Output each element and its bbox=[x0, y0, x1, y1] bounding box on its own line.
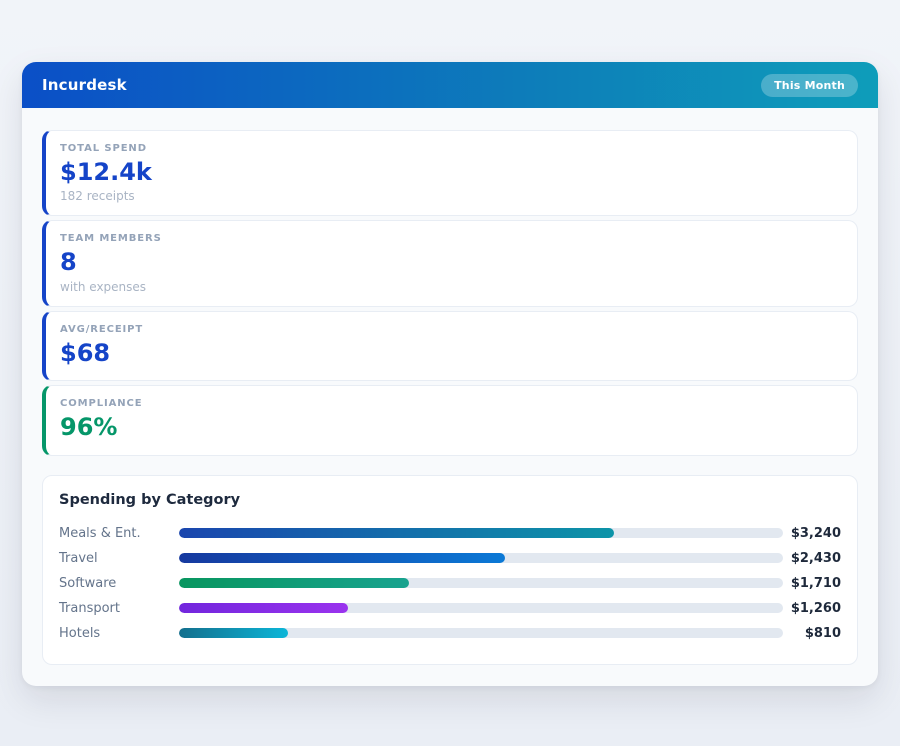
app-header: Incurdesk This Month bbox=[22, 62, 878, 108]
bar-track bbox=[179, 578, 783, 588]
stat-value: 8 bbox=[60, 249, 841, 275]
spending-row-travel: Travel $2,430 bbox=[59, 546, 841, 571]
bar-fill-software bbox=[179, 578, 409, 588]
category-value: $3,240 bbox=[783, 526, 841, 541]
spending-row-transport: Transport $1,260 bbox=[59, 596, 841, 621]
stat-card-team-members: TEAM MEMBERS 8 with expenses bbox=[42, 220, 858, 306]
bar-fill-hotels bbox=[179, 628, 288, 638]
category-label: Travel bbox=[59, 551, 179, 566]
category-value: $1,260 bbox=[783, 601, 841, 616]
category-label: Meals & Ent. bbox=[59, 526, 179, 541]
category-label: Software bbox=[59, 576, 179, 591]
stat-label: TEAM MEMBERS bbox=[60, 233, 841, 244]
stat-subtitle: with expenses bbox=[60, 280, 841, 294]
spending-card-title: Spending by Category bbox=[59, 492, 841, 508]
stat-card-avg-receipt: AVG/RECEIPT $68 bbox=[42, 311, 858, 381]
spending-by-category-card: Spending by Category Meals & Ent. $3,240… bbox=[42, 475, 858, 665]
bar-fill-travel bbox=[179, 553, 505, 563]
dashboard-content: TOTAL SPEND $12.4k 182 receipts TEAM MEM… bbox=[22, 108, 878, 665]
spending-row-meals: Meals & Ent. $3,240 bbox=[59, 521, 841, 546]
stat-value: $12.4k bbox=[60, 159, 841, 185]
stat-label: AVG/RECEIPT bbox=[60, 324, 841, 335]
stat-card-compliance: COMPLIANCE 96% bbox=[42, 385, 858, 455]
category-value: $1,710 bbox=[783, 576, 841, 591]
dashboard-panel: Incurdesk This Month TOTAL SPEND $12.4k … bbox=[22, 62, 878, 686]
spending-row-software: Software $1,710 bbox=[59, 571, 841, 596]
stat-label: COMPLIANCE bbox=[60, 398, 841, 409]
category-label: Transport bbox=[59, 601, 179, 616]
stat-value: 96% bbox=[60, 414, 841, 440]
stat-label: TOTAL SPEND bbox=[60, 143, 841, 154]
period-badge[interactable]: This Month bbox=[761, 74, 858, 97]
bar-track bbox=[179, 553, 783, 563]
stat-subtitle: 182 receipts bbox=[60, 189, 841, 203]
bar-track bbox=[179, 628, 783, 638]
stat-card-total-spend: TOTAL SPEND $12.4k 182 receipts bbox=[42, 130, 858, 216]
stat-value: $68 bbox=[60, 340, 841, 366]
bar-track bbox=[179, 528, 783, 538]
app-title: Incurdesk bbox=[42, 76, 127, 94]
bar-fill-meals bbox=[179, 528, 614, 538]
category-label: Hotels bbox=[59, 626, 179, 641]
category-value: $810 bbox=[783, 626, 841, 641]
spending-row-hotels: Hotels $810 bbox=[59, 621, 841, 646]
bar-track bbox=[179, 603, 783, 613]
bar-fill-transport bbox=[179, 603, 348, 613]
category-value: $2,430 bbox=[783, 551, 841, 566]
